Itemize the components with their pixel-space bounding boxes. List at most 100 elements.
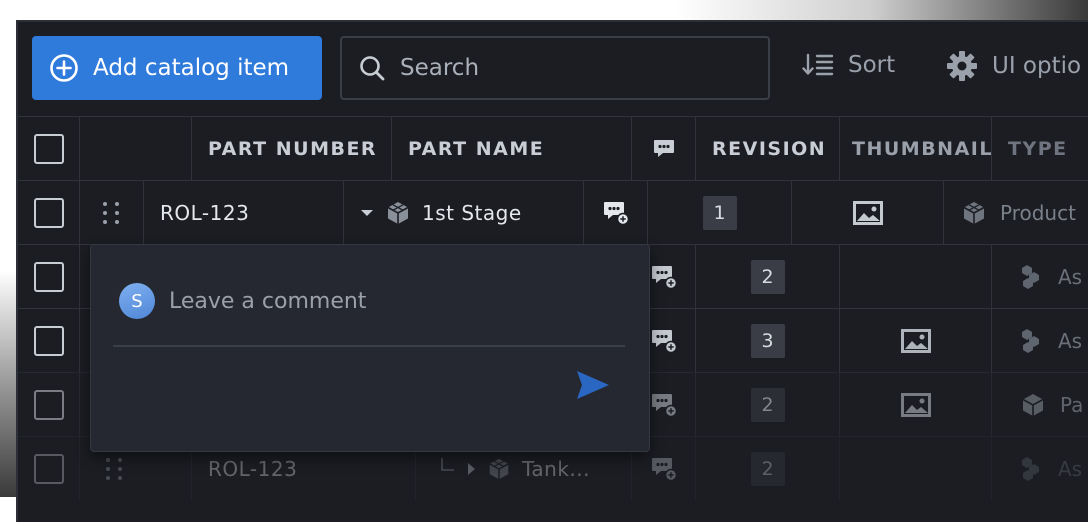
type-header[interactable]: TYPE (992, 117, 1088, 181)
revision-header[interactable]: REVISION (696, 117, 840, 181)
send-icon[interactable] (575, 369, 611, 401)
sort-icon (802, 53, 834, 76)
revision-badge: 2 (750, 451, 785, 486)
type-cell[interactable]: As (992, 437, 1088, 500)
add-comment-icon[interactable] (650, 456, 678, 482)
toolbar: Add catalog item Search Sort UI optio (18, 22, 1088, 116)
select-all-checkbox[interactable] (33, 134, 64, 164)
revision-cell[interactable]: 2 (696, 245, 840, 308)
comment-popover: S Leave a comment (90, 244, 650, 452)
thumbnail-header-label: THUMBNAIL (852, 138, 993, 160)
revision-badge: 2 (750, 259, 785, 294)
search-placeholder: Search (400, 55, 480, 81)
part-number-value: ROL-123 (208, 456, 298, 481)
revision-badge: 3 (750, 323, 785, 358)
revision-header-label: REVISION (712, 138, 827, 160)
comment-input[interactable]: Leave a comment (169, 283, 366, 319)
part-cube-icon (1022, 393, 1044, 416)
comment-cell[interactable] (584, 181, 648, 244)
row-checkbox[interactable] (33, 261, 64, 292)
part-name-value: 1st Stage (422, 200, 522, 225)
type-cell[interactable]: As (992, 309, 1088, 372)
part-name-header[interactable]: PART NAME (392, 117, 632, 181)
image-icon (900, 328, 931, 353)
sort-button[interactable]: Sort (802, 50, 895, 80)
table-row[interactable]: ROL-123 1st Stage 1 Product (18, 180, 1088, 244)
caret-right-icon[interactable] (466, 462, 476, 476)
ui-options-button[interactable]: UI optio (946, 50, 1081, 82)
table-header-row: PART NUMBER PART NAME REVISION THUMBNAIL… (18, 116, 1088, 181)
type-value: Pa (1060, 392, 1084, 417)
add-catalog-item-button[interactable]: Add catalog item (32, 36, 322, 100)
row-select-cell (18, 437, 80, 500)
sort-label: Sort (848, 52, 896, 78)
image-icon (900, 392, 931, 417)
part-number-cell[interactable]: ROL-123 (144, 181, 344, 244)
row-checkbox[interactable] (33, 325, 64, 356)
caret-down-icon[interactable] (360, 208, 374, 218)
plus-circle-icon (50, 54, 78, 82)
add-comment-icon[interactable] (602, 200, 630, 226)
type-cell[interactable]: Product (944, 181, 1088, 244)
divider (113, 345, 625, 347)
add-comment-icon[interactable] (650, 264, 678, 290)
type-value: As (1058, 264, 1083, 289)
row-select-cell (18, 309, 80, 372)
image-icon (852, 200, 883, 225)
revision-cell[interactable]: 1 (648, 181, 792, 244)
type-cell[interactable]: As (992, 245, 1088, 308)
assembly-icon (1022, 456, 1039, 481)
add-comment-icon[interactable] (650, 392, 678, 418)
add-catalog-item-label: Add catalog item (93, 55, 290, 81)
revision-cell[interactable]: 2 (696, 437, 840, 500)
comment-placeholder: Leave a comment (169, 288, 367, 314)
catalog-app: Add catalog item Search Sort UI optio PA… (16, 20, 1088, 522)
drag-handle-icon (106, 457, 124, 480)
select-all-cell (18, 117, 80, 181)
drag-handle[interactable] (80, 181, 144, 244)
row-select-cell (18, 181, 80, 244)
avatar: S (119, 283, 155, 319)
part-name-value: Tank... (522, 456, 590, 481)
search-icon (360, 56, 385, 81)
product-cube-icon (963, 201, 985, 224)
part-name-cell[interactable]: 1st Stage (344, 181, 584, 244)
thumbnail-cell[interactable] (840, 245, 992, 308)
handle-header (80, 117, 192, 181)
part-number-header[interactable]: PART NUMBER (192, 117, 392, 181)
row-checkbox[interactable] (33, 197, 64, 228)
thumbnail-cell[interactable] (792, 181, 944, 244)
drag-handle-icon (102, 201, 121, 224)
assembly-icon (1022, 264, 1039, 289)
add-comment-icon[interactable] (650, 328, 678, 354)
revision-badge: 2 (750, 387, 785, 422)
type-value: As (1058, 456, 1083, 481)
row-checkbox[interactable] (33, 389, 64, 420)
tree-branch-icon (441, 457, 454, 471)
search-input[interactable]: Search (340, 36, 770, 100)
assembly-icon (1022, 328, 1039, 353)
type-header-label: TYPE (1008, 138, 1068, 160)
type-value: As (1058, 328, 1083, 353)
left-edge-fade (0, 270, 16, 497)
thumbnail-cell[interactable] (840, 309, 992, 372)
part-name-header-label: PART NAME (408, 138, 545, 160)
type-cell[interactable]: Pa (992, 373, 1088, 436)
revision-cell[interactable]: 2 (696, 373, 840, 436)
type-value: Product (1000, 200, 1076, 225)
revision-cell[interactable]: 3 (696, 309, 840, 372)
row-checkbox[interactable] (33, 453, 64, 484)
thumbnail-header[interactable]: THUMBNAIL (840, 117, 992, 181)
part-number-header-label: PART NUMBER (208, 138, 378, 160)
comment-icon (653, 140, 674, 157)
row-select-cell (18, 245, 80, 308)
assembly-cube-icon (489, 458, 509, 479)
gear-icon (947, 51, 977, 81)
thumbnail-cell[interactable] (840, 373, 992, 436)
row-select-cell (18, 373, 80, 436)
comments-header[interactable] (632, 117, 696, 181)
assembly-cube-icon (387, 201, 409, 224)
thumbnail-cell[interactable] (840, 437, 992, 500)
part-number-value: ROL-123 (160, 200, 250, 225)
revision-badge: 1 (702, 195, 737, 230)
